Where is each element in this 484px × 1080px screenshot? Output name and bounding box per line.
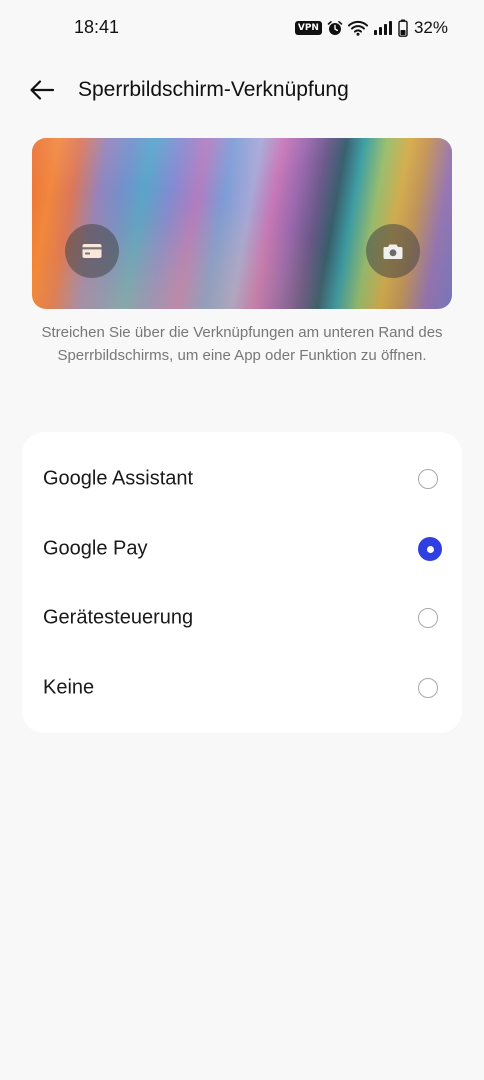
camera-icon [383,244,403,259]
radio-button-selected[interactable] [418,537,442,561]
radio-button[interactable] [418,469,438,489]
signal-icon [373,20,393,36]
page-title: Sperrbildschirm-Verknüpfung [78,78,349,101]
wallet-card-icon [82,244,102,258]
description-text: Streichen Sie über die Verknüpfungen am … [41,324,443,364]
right-shortcut-button[interactable] [366,224,420,278]
left-shortcut-button[interactable] [65,224,119,278]
status-icons: VPN 32% [294,17,448,39]
option-google-pay[interactable]: Google Pay [22,514,462,584]
radio-button[interactable] [418,678,438,698]
alarm-icon [327,20,343,36]
radio-button[interactable] [418,608,438,628]
vpn-icon: VPN [294,21,322,35]
option-keine[interactable]: Keine [22,653,462,723]
option-label: Gerätesteuerung [43,606,194,629]
option-geraetesteuerung[interactable]: Gerätesteuerung [22,583,462,653]
status-bar: 18:41 VPN 32% [0,0,484,56]
back-button[interactable] [22,72,62,108]
option-label: Keine [43,676,95,699]
app-bar: Sperrbildschirm-Verknüpfung [0,62,484,118]
lockscreen-preview [32,138,452,309]
battery-percent: 32% [413,18,448,37]
arrow-left-icon [30,80,55,100]
option-google-assistant[interactable]: Google Assistant [22,444,462,514]
wifi-icon [347,20,368,36]
option-label: Google Pay [43,537,148,560]
option-label: Google Assistant [43,467,194,490]
shortcut-options-list: Google Assistant Google Pay Gerätesteuer… [22,432,462,733]
battery-icon [398,19,408,37]
status-time: 18:41 [74,17,120,37]
